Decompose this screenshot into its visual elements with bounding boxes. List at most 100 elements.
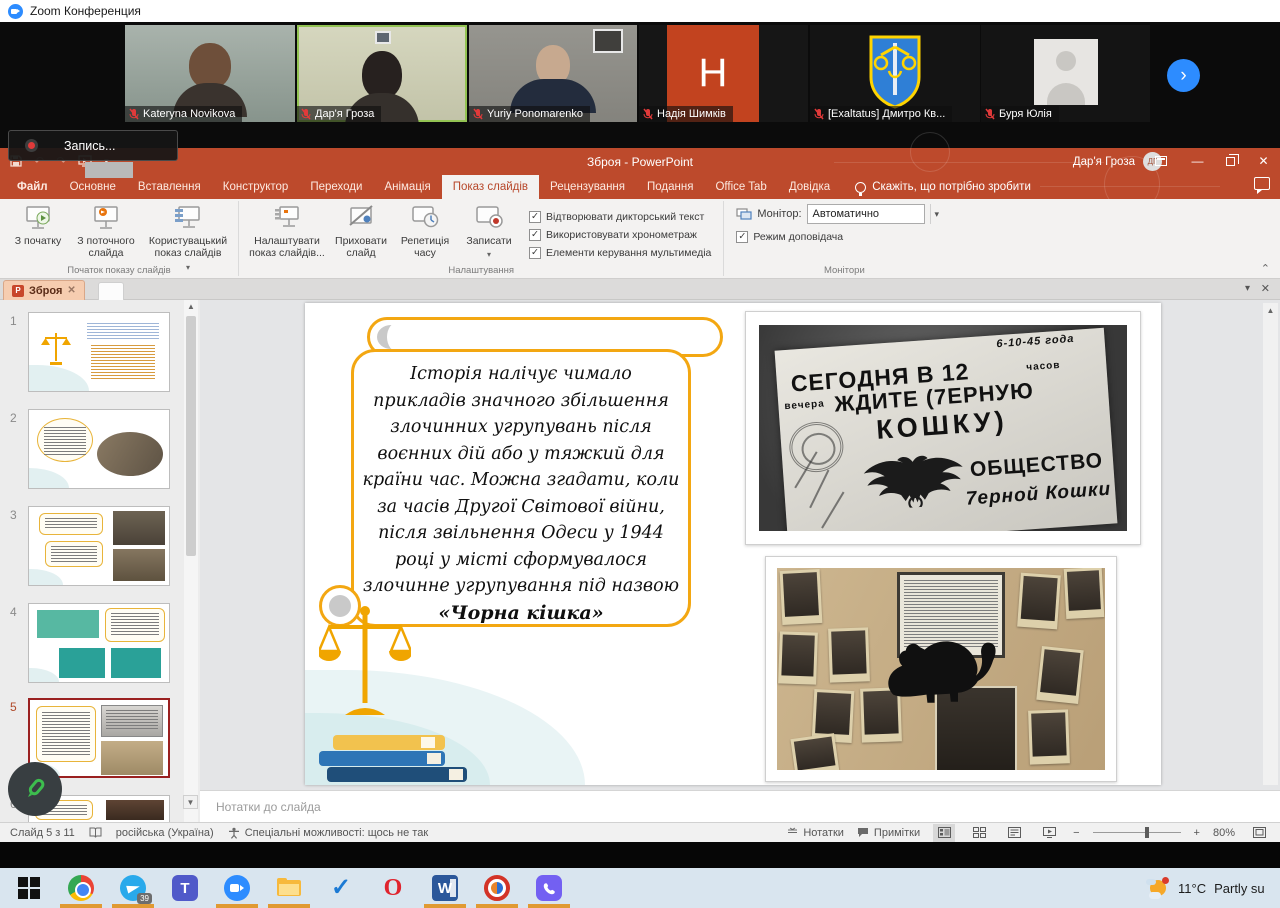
ribbon-display-options-button[interactable] bbox=[1146, 148, 1176, 174]
annotation-pen-button[interactable] bbox=[8, 762, 62, 816]
zoom-slider[interactable] bbox=[1093, 832, 1181, 833]
participant-tile[interactable]: [Exaltatus] Дмитро Кв... bbox=[810, 25, 980, 122]
hide-slide-button[interactable]: Приховати слайд bbox=[329, 204, 393, 260]
slide-thumbnail-3[interactable] bbox=[28, 506, 170, 586]
taskbar-zoom[interactable] bbox=[224, 875, 250, 901]
scroll-up-icon[interactable]: ▲ bbox=[1263, 303, 1278, 318]
thumbnail-scrollbar[interactable]: ▲ bbox=[184, 300, 198, 822]
from-current-slide-icon bbox=[91, 204, 121, 232]
rehearse-timings-button[interactable]: Репетиція часу bbox=[393, 204, 457, 260]
comments-toggle[interactable]: Примітки bbox=[857, 827, 920, 839]
tab-close-icon[interactable]: ✕ bbox=[67, 285, 75, 296]
new-document-tab[interactable] bbox=[98, 282, 124, 300]
slide-thumbnail-4[interactable] bbox=[28, 603, 170, 683]
photo-mugshot-collage[interactable] bbox=[765, 556, 1117, 782]
thumbnail-art bbox=[91, 345, 155, 381]
taskbar-red-app[interactable] bbox=[484, 875, 510, 901]
tab-transitions[interactable]: Переходи bbox=[299, 175, 373, 199]
from-beginning-button[interactable]: З початку bbox=[6, 204, 70, 247]
tab-strip-close-icon[interactable]: ✕ bbox=[1261, 282, 1270, 295]
accessibility-status[interactable]: Спеціальні можливості: щось не так bbox=[228, 827, 428, 839]
taskbar-word[interactable]: W bbox=[432, 875, 458, 901]
custom-slideshow-button[interactable]: Користувацький показ слайдів ▾ bbox=[142, 204, 234, 272]
slideshow-view-button[interactable] bbox=[1038, 824, 1060, 842]
button-label: Користувацький показ слайдів bbox=[142, 235, 234, 260]
start-button[interactable] bbox=[16, 875, 42, 901]
comments-icon[interactable] bbox=[1254, 177, 1270, 190]
participant-tile[interactable]: Kateryna Novikova bbox=[125, 25, 295, 122]
tab-home[interactable]: Основне bbox=[59, 175, 127, 199]
normal-view-button[interactable] bbox=[933, 824, 955, 842]
fit-slide-button[interactable] bbox=[1248, 824, 1270, 842]
tab-design[interactable]: Конструктор bbox=[212, 175, 300, 199]
canvas-scrollbar[interactable]: ▲ bbox=[1263, 303, 1278, 785]
document-tab[interactable]: P Зброя ✕ bbox=[3, 280, 85, 300]
taskbar-chrome[interactable] bbox=[68, 875, 94, 901]
restore-button[interactable] bbox=[1214, 148, 1247, 174]
checkbox-presenter-mode[interactable]: ✓ Режим доповідача bbox=[736, 231, 843, 243]
tab-view[interactable]: Подання bbox=[636, 175, 704, 199]
slide-text-box[interactable]: Історія налічує чимало прикладів значног… bbox=[351, 349, 691, 627]
participant-tile[interactable]: Буря Юлія bbox=[981, 25, 1150, 122]
taskbar-todo[interactable]: ✓ bbox=[328, 875, 354, 901]
zoom-out-button[interactable]: − bbox=[1073, 827, 1079, 839]
notes-collapse-icon[interactable]: ▼ bbox=[183, 795, 198, 809]
next-participants-button[interactable]: › bbox=[1167, 59, 1200, 92]
thumbnail-art bbox=[113, 511, 165, 545]
zoom-slider-handle[interactable] bbox=[1145, 827, 1149, 838]
rehearse-timings-icon bbox=[410, 204, 440, 232]
taskbar-weather[interactable]: 11°C Partly su bbox=[1146, 876, 1265, 900]
taskbar-viber[interactable] bbox=[536, 875, 562, 901]
zoom-in-button[interactable]: + bbox=[1194, 827, 1200, 839]
zoom-recording-indicator[interactable]: Запись... bbox=[8, 130, 178, 161]
scrollbar-thumb[interactable] bbox=[186, 316, 196, 556]
tab-review[interactable]: Рецензування bbox=[539, 175, 636, 199]
monitor-dropdown[interactable]: Автоматично bbox=[807, 204, 925, 224]
participant-tile-active-speaker[interactable]: Дар'я Гроза bbox=[297, 25, 467, 122]
thumbnail-art bbox=[29, 668, 59, 682]
slide-thumbnail-2[interactable] bbox=[28, 409, 170, 489]
proofing-icon[interactable] bbox=[89, 827, 102, 839]
close-button[interactable]: ✕ bbox=[1247, 148, 1280, 174]
tab-insert[interactable]: Вставлення bbox=[127, 175, 212, 199]
language-indicator[interactable]: російська (Україна) bbox=[116, 827, 214, 839]
from-current-slide-button[interactable]: З поточного слайда bbox=[70, 204, 142, 260]
taskbar-explorer[interactable] bbox=[276, 875, 302, 901]
taskbar-teams[interactable]: T bbox=[172, 875, 198, 901]
slide-text-line: воєнних дій або у тяжкий для bbox=[354, 441, 688, 468]
monitor-dropdown-arrow[interactable]: ▾ bbox=[930, 204, 940, 224]
taskbar-telegram[interactable]: 39 bbox=[120, 875, 146, 901]
tell-me-box[interactable]: Скажіть, що потрібно зробити bbox=[841, 175, 1031, 199]
tab-help[interactable]: Довідка bbox=[778, 175, 841, 199]
tab-file[interactable]: Файл bbox=[6, 175, 59, 199]
reading-view-button[interactable] bbox=[1003, 824, 1025, 842]
participant-tile[interactable]: H Надія Шимків bbox=[639, 25, 808, 122]
tab-slideshow[interactable]: Показ слайдів bbox=[442, 175, 539, 199]
scales-of-justice-illustration bbox=[319, 603, 411, 725]
checkbox-use-timings[interactable]: ✓ Використовувати хронометраж bbox=[529, 229, 711, 241]
notes-pane[interactable]: ▼ Нотатки до слайда bbox=[200, 790, 1280, 822]
minimize-button[interactable]: — bbox=[1181, 148, 1214, 174]
setup-slideshow-button[interactable]: Налаштувати показ слайдів... bbox=[245, 204, 329, 260]
slide-canvas[interactable]: Історія налічує чимало прикладів значног… bbox=[305, 303, 1161, 785]
tab-office-tab[interactable]: Office Tab bbox=[704, 175, 777, 199]
checkbox-play-narrations[interactable]: ✓ Відтворювати дикторський текст bbox=[529, 211, 711, 223]
slide-thumbnail-1[interactable] bbox=[28, 312, 170, 392]
note-left-small: вечера bbox=[784, 399, 825, 412]
weather-temperature: 11°C bbox=[1178, 881, 1206, 896]
zoom-level[interactable]: 80% bbox=[1213, 827, 1235, 839]
participant-tile[interactable]: Yuriy Ponomarenko bbox=[469, 25, 637, 122]
checkbox-media-controls[interactable]: ✓ Елементи керування мультимедіа bbox=[529, 247, 711, 259]
scroll-up-icon[interactable]: ▲ bbox=[184, 300, 198, 314]
mugshot bbox=[780, 569, 823, 625]
taskbar-opera[interactable]: O bbox=[380, 875, 406, 901]
record-slideshow-button[interactable]: Записати ▾ bbox=[457, 204, 521, 260]
photo-black-cat-note[interactable]: 6-10-45 года СЕГОДНЯ В 12 часов вечера Ж… bbox=[745, 311, 1141, 545]
comments-toggle-label: Примітки bbox=[874, 827, 920, 839]
slide-number-selected: 5 bbox=[10, 700, 17, 714]
slide-sorter-view-button[interactable] bbox=[968, 824, 990, 842]
collapse-ribbon-button[interactable]: ⌃ bbox=[1261, 262, 1270, 275]
tab-animations[interactable]: Анімація bbox=[373, 175, 441, 199]
notes-toggle[interactable]: Нотатки bbox=[787, 827, 844, 839]
tab-list-dropdown-icon[interactable]: ▾ bbox=[1245, 283, 1250, 294]
